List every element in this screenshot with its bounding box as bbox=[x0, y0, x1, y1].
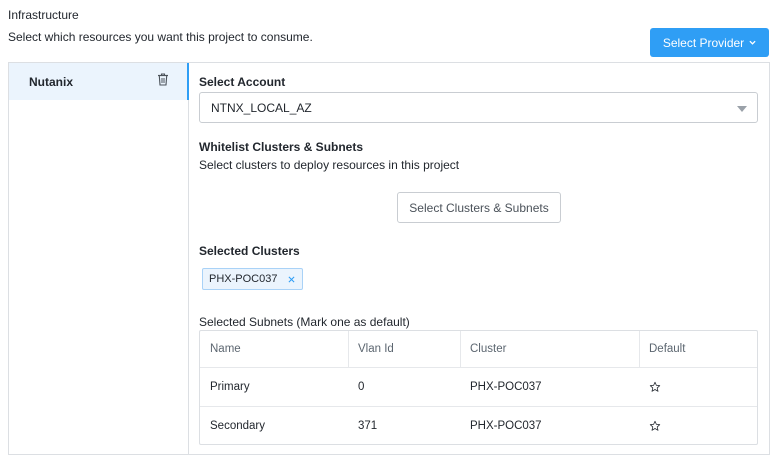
account-select[interactable]: NTNX_LOCAL_AZ bbox=[199, 92, 758, 123]
table-row: Primary 0 PHX-POC037 bbox=[200, 368, 757, 407]
select-account-label: Select Account bbox=[199, 75, 286, 89]
infrastructure-panel: Nutanix Select Account NTNX_LOCAL_AZ Whi… bbox=[8, 62, 770, 455]
subnet-cluster: PHX-POC037 bbox=[470, 419, 542, 432]
whitelist-title: Whitelist Clusters & Subnets bbox=[199, 140, 364, 154]
provider-item-nutanix[interactable]: Nutanix bbox=[9, 63, 189, 100]
cluster-tag: PHX-POC037 bbox=[202, 268, 303, 290]
column-header-name: Name bbox=[210, 343, 241, 355]
star-outline-icon bbox=[649, 381, 661, 392]
default-toggle[interactable] bbox=[649, 407, 749, 444]
close-icon[interactable] bbox=[288, 276, 295, 283]
cluster-tag-label: PHX-POC037 bbox=[209, 273, 278, 285]
chevron-down-icon bbox=[749, 40, 756, 45]
table-row: Secondary 371 PHX-POC037 bbox=[200, 407, 757, 444]
provider-settings: Select Account NTNX_LOCAL_AZ Whitelist C… bbox=[199, 63, 769, 454]
column-header-default: Default bbox=[649, 343, 686, 355]
default-toggle[interactable] bbox=[649, 368, 749, 406]
subnet-vlan-id: 0 bbox=[358, 381, 365, 393]
subnets-table: Name Vlan Id Cluster Default Primary 0 P… bbox=[199, 330, 758, 445]
select-clusters-subnets-button[interactable]: Select Clusters & Subnets bbox=[397, 192, 561, 223]
provider-item-label: Nutanix bbox=[29, 74, 74, 89]
page-subtitle: Select which resources you want this pro… bbox=[8, 30, 313, 44]
select-provider-label: Select Provider bbox=[662, 35, 745, 50]
selected-clusters-title: Selected Clusters bbox=[199, 244, 300, 258]
selected-subnets-title: Selected Subnets (Mark one as default) bbox=[199, 315, 410, 329]
whitelist-description: Select clusters to deploy resources in t… bbox=[199, 158, 460, 172]
provider-list: Nutanix bbox=[9, 63, 189, 454]
trash-icon[interactable] bbox=[157, 73, 169, 86]
subnet-cluster: PHX-POC037 bbox=[470, 381, 542, 393]
subnet-name: Secondary bbox=[210, 419, 265, 432]
account-select-value: NTNX_LOCAL_AZ bbox=[211, 100, 312, 115]
star-outline-icon bbox=[649, 420, 661, 431]
select-provider-button[interactable]: Select Provider bbox=[650, 28, 769, 57]
column-header-vlan-id: Vlan Id bbox=[358, 343, 394, 355]
column-header-cluster: Cluster bbox=[470, 343, 507, 355]
caret-down-icon bbox=[737, 106, 747, 112]
page-title: Infrastructure bbox=[8, 8, 79, 22]
subnet-name: Primary bbox=[210, 381, 250, 393]
subnet-vlan-id: 371 bbox=[358, 419, 378, 432]
table-header-row: Name Vlan Id Cluster Default bbox=[200, 331, 757, 368]
